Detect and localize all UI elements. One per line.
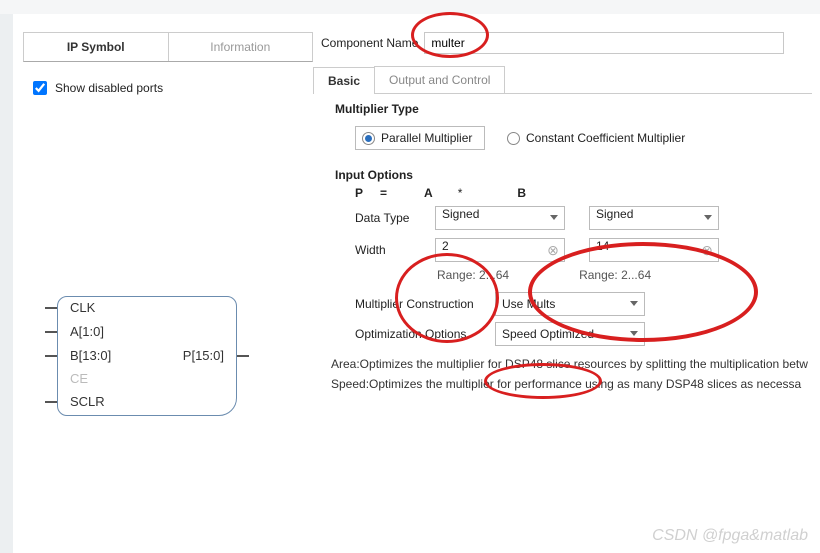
port-clk: CLK — [70, 300, 95, 315]
b-width-range: Range: 2...64 — [579, 268, 651, 282]
multiplier-construction-label: Multiplier Construction — [355, 297, 495, 311]
component-name-input[interactable] — [424, 32, 784, 54]
port-ce: CE — [70, 371, 88, 386]
ip-symbol-diagram: CLK A[1:0] B[13:0] CE SCLR P[15:0] — [13, 98, 313, 553]
tab-ip-symbol[interactable]: IP Symbol — [24, 33, 169, 61]
a-width-input[interactable]: 2⊗ — [435, 238, 565, 262]
data-type-label: Data Type — [355, 211, 435, 225]
optimization-options-label: Optimization Options — [355, 327, 495, 341]
left-tabs: IP Symbol Information — [23, 32, 313, 62]
radio-constant-coefficient[interactable]: Constant Coefficient Multiplier — [507, 131, 685, 145]
chevron-down-icon — [630, 301, 638, 306]
note-speed: Speed:Optimizes the multiplier for perfo… — [331, 374, 820, 394]
port-b: B[13:0] — [70, 348, 111, 363]
ip-block: CLK A[1:0] B[13:0] CE SCLR P[15:0] — [57, 296, 237, 416]
chevron-down-icon — [550, 215, 558, 220]
a-data-type-select[interactable]: Signed — [435, 206, 565, 230]
watermark: CSDN @fpga&matlab — [652, 527, 808, 545]
tab-output-and-control[interactable]: Output and Control — [374, 66, 505, 93]
multiplier-construction-select[interactable]: Use Mults — [495, 292, 645, 316]
port-sclr: SCLR — [70, 394, 105, 409]
show-disabled-ports-input[interactable] — [33, 81, 47, 95]
radio-parallel-multiplier[interactable]: Parallel Multiplier — [355, 126, 485, 150]
port-p: P[15:0] — [183, 348, 224, 363]
port-a: A[1:0] — [70, 324, 104, 339]
clear-icon[interactable]: ⊗ — [700, 243, 714, 257]
show-disabled-ports-checkbox[interactable]: Show disabled ports — [29, 78, 313, 98]
equation-row: P = A * B — [355, 186, 820, 200]
optimization-options-select[interactable]: Speed Optimized — [495, 322, 645, 346]
tab-information[interactable]: Information — [169, 33, 313, 61]
config-tabs: Basic Output and Control — [313, 66, 812, 94]
show-disabled-ports-label: Show disabled ports — [55, 81, 163, 95]
note-area: Area:Optimizes the multiplier for DSP48 … — [331, 354, 820, 374]
tab-basic[interactable]: Basic — [313, 67, 375, 94]
a-width-range: Range: 2...64 — [437, 268, 509, 282]
clear-icon[interactable]: ⊗ — [546, 243, 560, 257]
multiplier-type-heading: Multiplier Type — [335, 102, 820, 116]
width-label: Width — [355, 243, 435, 257]
b-width-input[interactable]: 14⊗ — [589, 238, 719, 262]
component-name-label: Component Name — [321, 36, 418, 50]
b-data-type-select[interactable]: Signed — [589, 206, 719, 230]
chevron-down-icon — [630, 331, 638, 336]
chevron-down-icon — [704, 215, 712, 220]
input-options-heading: Input Options — [335, 168, 820, 182]
